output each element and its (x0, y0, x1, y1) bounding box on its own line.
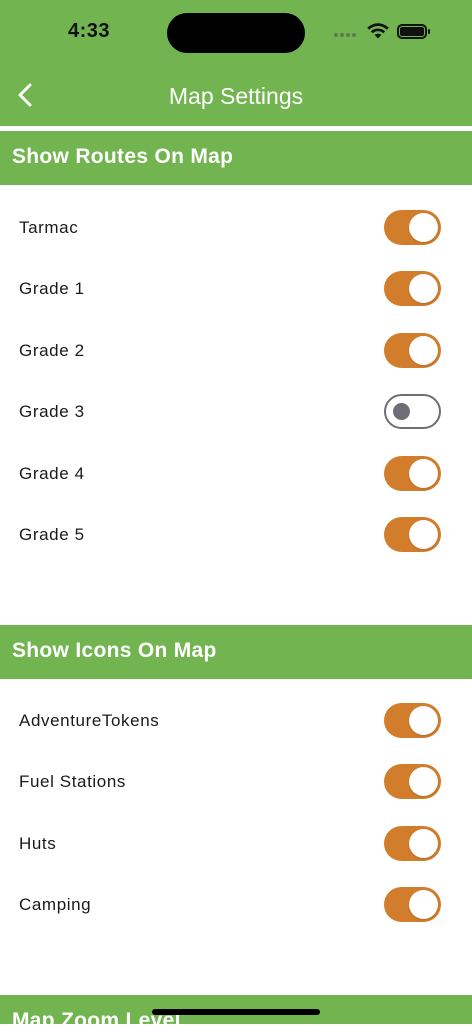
setting-row-grade-3: Grade 3 (0, 387, 472, 437)
dynamic-island (167, 13, 305, 53)
setting-row-grade-1: Grade 1 (0, 264, 472, 314)
setting-row-adventure-tokens: AdventureTokens (0, 696, 472, 746)
toggle-knob (409, 213, 438, 242)
toggle-knob (409, 890, 438, 919)
toggle-tarmac[interactable] (384, 210, 441, 245)
setting-label: Grade 2 (19, 341, 85, 360)
toggle-grade-2[interactable] (384, 333, 441, 368)
toggle-knob (409, 829, 438, 858)
setting-row-huts: Huts (0, 819, 472, 869)
section-title: Show Routes On Map (12, 145, 234, 168)
setting-label: AdventureTokens (19, 711, 160, 730)
toggle-grade-5[interactable] (384, 517, 441, 552)
toggle-knob (409, 274, 438, 303)
setting-row-tarmac: Tarmac (0, 203, 472, 253)
setting-row-fuel-stations: Fuel Stations (0, 757, 472, 807)
setting-label: Grade 3 (19, 402, 85, 421)
section-title: Show Icons On Map (12, 639, 217, 662)
wifi-icon (367, 23, 389, 39)
setting-label: Grade 5 (19, 525, 85, 544)
page-title: Map Settings (168, 83, 304, 109)
toggle-knob (409, 336, 438, 365)
toggle-fuel-stations[interactable] (384, 764, 441, 799)
toggle-knob (409, 706, 438, 735)
setting-label: Grade 4 (19, 464, 85, 483)
section-header-routes: Show Routes On Map (0, 131, 472, 185)
toggle-knob (409, 520, 438, 549)
home-indicator (152, 1009, 320, 1015)
toggle-knob (393, 403, 410, 420)
setting-row-grade-4: Grade 4 (0, 449, 472, 499)
setting-row-grade-2: Grade 2 (0, 326, 472, 376)
toggle-knob (409, 767, 438, 796)
toggle-camping[interactable] (384, 887, 441, 922)
setting-label: Tarmac (19, 218, 79, 237)
setting-row-camping: Camping (0, 880, 472, 930)
toggle-adventure-tokens[interactable] (384, 703, 441, 738)
setting-row-grade-5: Grade 5 (0, 510, 472, 560)
header-divider (0, 126, 472, 130)
toggle-grade-1[interactable] (384, 271, 441, 306)
toggle-knob (409, 459, 438, 488)
setting-label: Grade 1 (19, 279, 85, 298)
toggle-grade-3[interactable] (384, 394, 441, 429)
battery-icon (397, 24, 430, 39)
setting-label: Huts (19, 834, 57, 853)
setting-label: Fuel Stations (19, 772, 127, 791)
cellular-signal-icon (334, 33, 356, 37)
setting-label: Camping (19, 895, 92, 914)
toggle-grade-4[interactable] (384, 456, 441, 491)
section-header-icons: Show Icons On Map (0, 625, 472, 679)
toggle-huts[interactable] (384, 826, 441, 861)
status-time: 4:33 (68, 20, 111, 42)
